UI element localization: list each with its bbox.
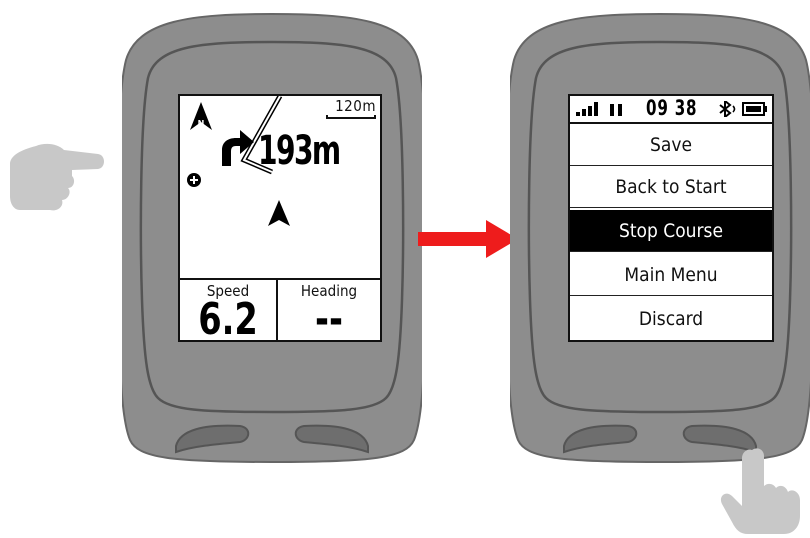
- menu-screen: 09 38 Save Back to Start Stop Course Mai…: [568, 94, 774, 342]
- status-bar: 09 38: [570, 96, 772, 124]
- data-fields: Speed 6.2 Heading --: [180, 278, 380, 342]
- menu-item-discard[interactable]: Discard: [570, 298, 772, 340]
- bike-computer-map-view: N 120m 193m Speed 6.2 Heading --: [122, 0, 422, 470]
- map-screen: N 120m 193m Speed 6.2 Heading --: [178, 94, 382, 342]
- speed-field: Speed 6.2: [180, 280, 278, 342]
- position-arrow-icon: [268, 200, 290, 226]
- heading-field: Heading --: [278, 280, 380, 342]
- bluetooth-icon: [719, 101, 736, 117]
- right-arrow-icon: [418, 220, 518, 258]
- signal-icon: [576, 102, 622, 116]
- battery-icon: [742, 102, 767, 116]
- speed-value: 6.2: [198, 294, 258, 342]
- menu-item-main-menu[interactable]: Main Menu: [570, 254, 772, 296]
- waypoint-icon: [187, 173, 201, 187]
- menu-item-stop-course[interactable]: Stop Course: [570, 210, 772, 252]
- turn-distance: 193m: [258, 128, 341, 174]
- pressing-hand-icon: [718, 446, 808, 538]
- pointing-hand-icon: [6, 138, 106, 222]
- turn-right-icon: [222, 130, 254, 166]
- bike-computer-menu-view: 09 38 Save Back to Start Stop Course Mai…: [510, 0, 810, 470]
- menu-item-save[interactable]: Save: [570, 124, 772, 166]
- course-line: [240, 96, 283, 175]
- menu-item-back-to-start[interactable]: Back to Start: [570, 166, 772, 208]
- clock: 09 38: [646, 96, 698, 120]
- heading-value: --: [315, 294, 343, 342]
